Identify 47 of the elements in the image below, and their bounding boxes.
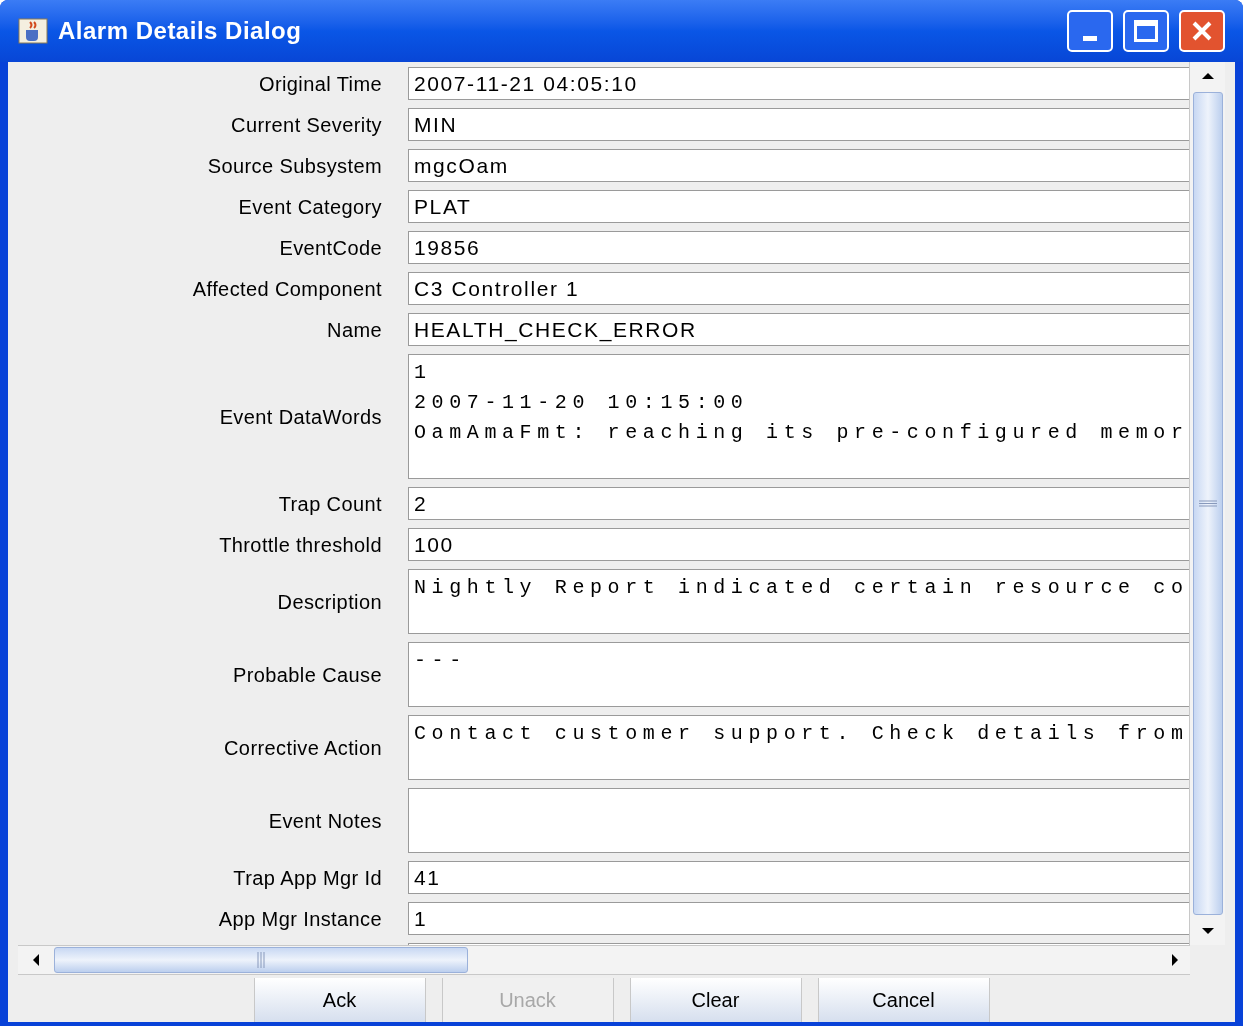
- dialog-button[interactable]: Ack: [253, 977, 426, 1022]
- window-title: Alarm Details Dialog: [58, 16, 303, 46]
- field-label: Original Time: [259, 71, 382, 97]
- text-field[interactable]: 2: [408, 487, 1189, 520]
- vertical-scrollbar[interactable]: [1189, 62, 1225, 945]
- text-area[interactable]: Contact customer support. Check details from: [408, 715, 1189, 780]
- text-field[interactable]: 41: [408, 861, 1189, 894]
- field-label: Trap App Mgr Id: [233, 865, 382, 891]
- text-area[interactable]: [408, 788, 1189, 853]
- text-field[interactable]: mgcOam: [408, 149, 1189, 182]
- minimize-button[interactable]: [1067, 10, 1113, 52]
- dialog-button[interactable]: Cancel: [817, 977, 990, 1022]
- text-area[interactable]: Nightly Report indicated certain resource co: [408, 569, 1189, 634]
- text-field[interactable]: 1: [408, 902, 1189, 935]
- horizontal-scrollbar[interactable]: [18, 945, 1190, 975]
- text-area[interactable]: 1 2007-11-20 10:15:00 OamAmaFmt: reaching its pre-configured memor: [408, 354, 1189, 479]
- field-label: EventCode: [279, 235, 382, 261]
- close-button[interactable]: [1179, 10, 1225, 52]
- field-label: Trap Count: [278, 491, 382, 517]
- minimize-icon: [1083, 36, 1097, 41]
- grip-icon: [257, 952, 265, 968]
- field-label: Event Notes: [268, 808, 382, 834]
- text-field[interactable]: MIN: [408, 108, 1189, 141]
- field-label: Event DataWords: [219, 404, 382, 430]
- field-label: Current Severity: [231, 112, 382, 138]
- text-field[interactable]: C3 Controller 1: [408, 272, 1189, 305]
- text-field[interactable]: 100: [408, 528, 1189, 561]
- close-icon: [1191, 20, 1213, 42]
- grip-icon: [1198, 500, 1217, 507]
- field-label: Affected Component: [192, 276, 382, 302]
- text-field[interactable]: 2007-11-21 04:05:10: [408, 67, 1189, 100]
- text-field[interactable]: PLAT: [408, 190, 1189, 223]
- field-label: Corrective Action: [224, 735, 382, 761]
- field-label: Throttle threshold: [219, 532, 382, 558]
- maximize-icon: [1134, 20, 1158, 42]
- text-field[interactable]: HEALTH_CHECK_ERROR: [408, 313, 1189, 346]
- field-label: Probable Cause: [232, 662, 382, 688]
- field-label: App Mgr Instance: [218, 906, 382, 932]
- field-label: Event Category: [238, 194, 382, 220]
- dialog-button[interactable]: Clear: [629, 977, 802, 1022]
- text-area[interactable]: ---: [408, 642, 1189, 707]
- field-label: Name: [327, 317, 382, 343]
- field-label: Source Subsystem: [207, 153, 382, 179]
- maximize-button[interactable]: [1123, 10, 1169, 52]
- coffee-cup-icon: [18, 18, 48, 44]
- text-field[interactable]: 19856: [408, 231, 1189, 264]
- field-label: Description: [277, 589, 382, 615]
